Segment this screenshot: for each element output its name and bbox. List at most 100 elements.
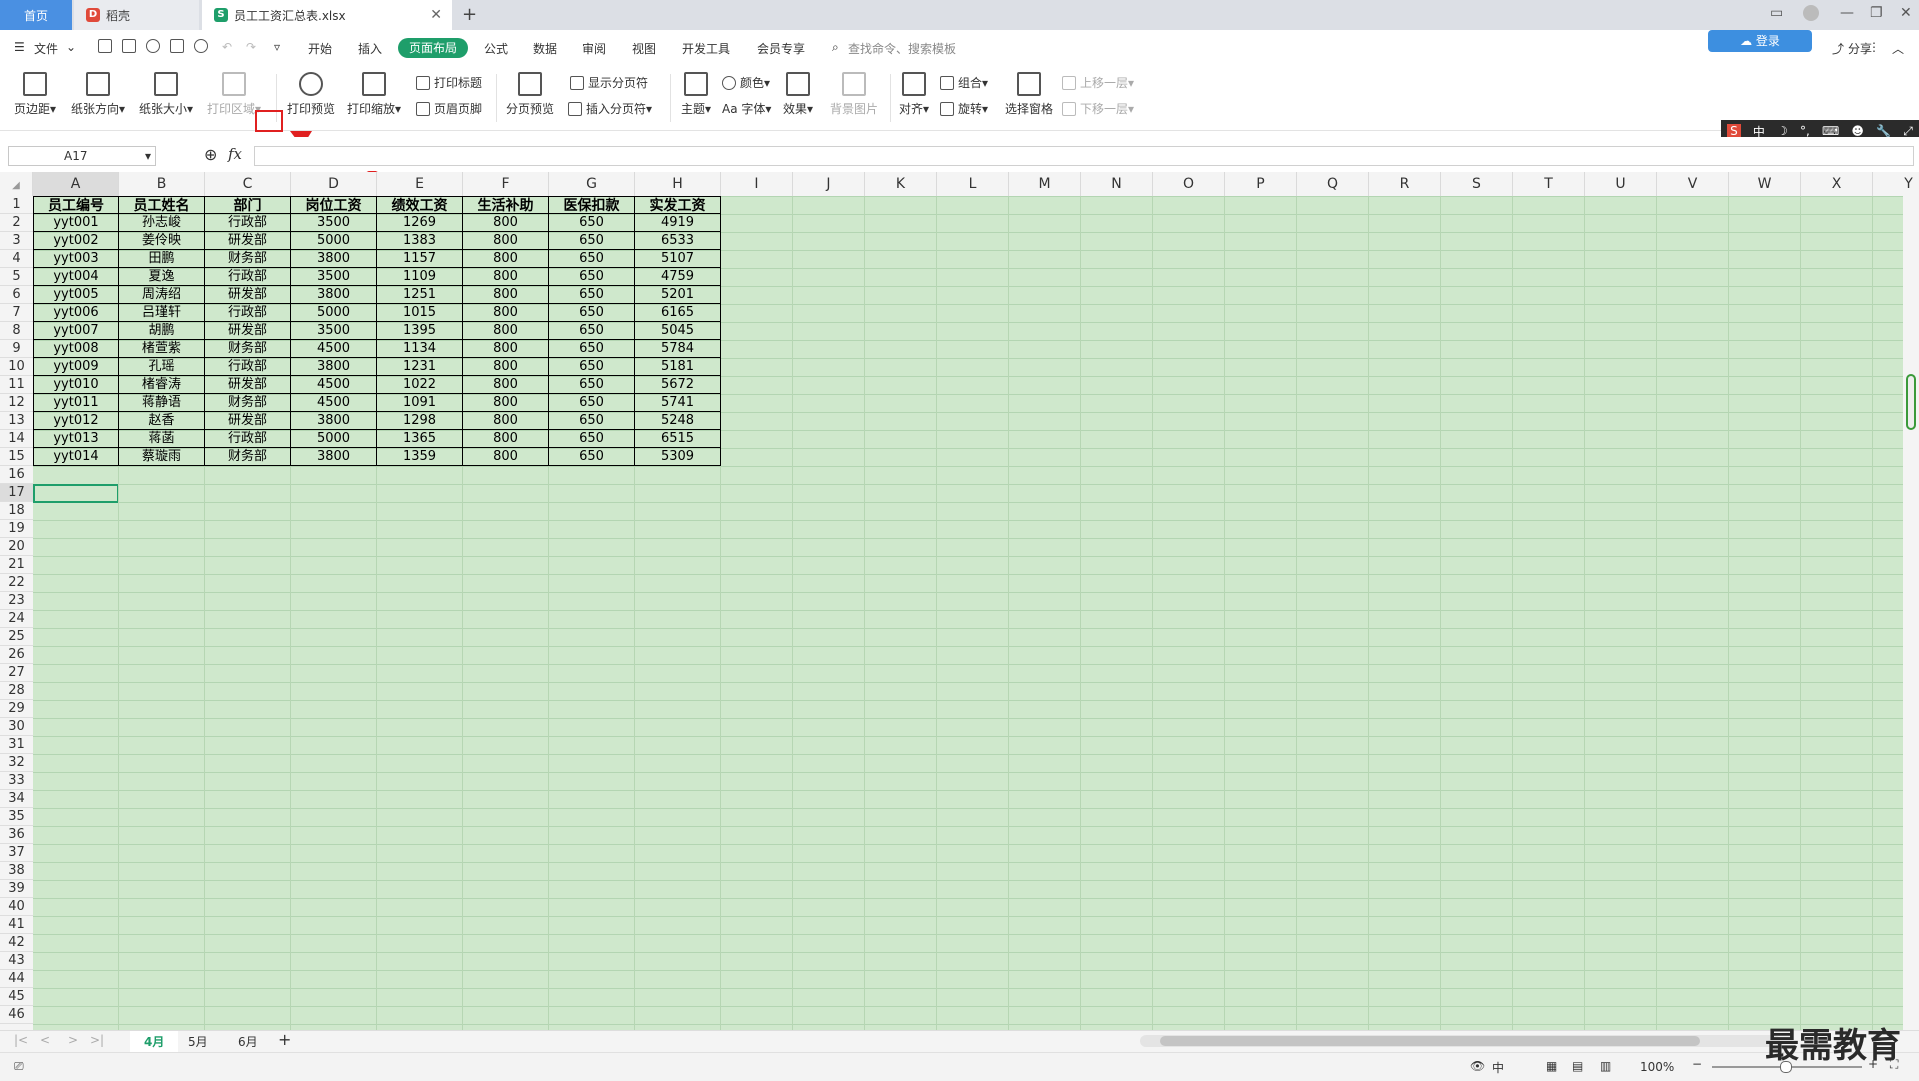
user-icon[interactable]: ☻ (1851, 124, 1864, 138)
format-painter-icon[interactable] (146, 39, 160, 53)
table-cell[interactable]: 1109 (377, 268, 463, 286)
row-header-22[interactable]: 22 (0, 574, 33, 592)
menu-view[interactable]: 视图 (632, 40, 656, 57)
table-cell[interactable]: 800 (463, 430, 549, 448)
tab-file[interactable]: S 员工工资汇总表.xlsx ✕ (202, 0, 452, 30)
cloud-login-badge[interactable]: ☁ 登录 (1708, 30, 1812, 52)
table-cell[interactable]: 3800 (291, 358, 377, 376)
punctuation-icon[interactable]: °, (1800, 124, 1810, 138)
row-header-15[interactable]: 15 (0, 448, 33, 466)
table-cell[interactable]: yyt007 (33, 322, 119, 340)
table-header-cell[interactable]: 员工编号 (33, 196, 119, 214)
print-preview-button[interactable]: 打印预览 (284, 72, 338, 117)
hamburger-icon[interactable]: ☰ (14, 40, 25, 54)
table-cell[interactable]: 3800 (291, 250, 377, 268)
table-cell[interactable]: 行政部 (205, 268, 291, 286)
menu-data[interactable]: 数据 (533, 40, 557, 57)
column-header-x[interactable]: X (1801, 172, 1873, 196)
table-cell[interactable]: 财务部 (205, 394, 291, 412)
row-header-5[interactable]: 5 (0, 268, 33, 286)
row-header-28[interactable]: 28 (0, 682, 33, 700)
table-cell[interactable]: 650 (549, 232, 635, 250)
column-header-p[interactable]: P (1225, 172, 1297, 196)
table-cell[interactable]: yyt011 (33, 394, 119, 412)
normal-view-icon[interactable]: ▦ (1546, 1059, 1557, 1073)
keyboard-icon[interactable]: ⌨ (1822, 124, 1839, 138)
table-cell[interactable]: 5248 (635, 412, 721, 430)
table-cell[interactable]: 楮萱紫 (119, 340, 205, 358)
table-cell[interactable]: 5309 (635, 448, 721, 466)
row-header-18[interactable]: 18 (0, 502, 33, 520)
column-header-k[interactable]: K (865, 172, 937, 196)
table-cell[interactable]: 5784 (635, 340, 721, 358)
background-image-button[interactable]: 背景图片 (826, 72, 882, 117)
table-cell[interactable]: 研发部 (205, 322, 291, 340)
vertical-scrollbar[interactable] (1903, 196, 1919, 1030)
row-header-46[interactable]: 46 (0, 1006, 33, 1024)
language-icon[interactable]: 中 (1492, 1059, 1504, 1076)
table-header-cell[interactable]: 实发工资 (635, 196, 721, 214)
horizontal-scrollbar[interactable] (1140, 1035, 1780, 1047)
table-cell[interactable]: 650 (549, 394, 635, 412)
table-cell[interactable]: 姜伶映 (119, 232, 205, 250)
row-header-38[interactable]: 38 (0, 862, 33, 880)
table-cell[interactable]: 800 (463, 286, 549, 304)
last-sheet-icon[interactable]: >| (90, 1033, 104, 1047)
name-box[interactable]: A17 ▾ (8, 146, 156, 166)
column-header-u[interactable]: U (1585, 172, 1657, 196)
row-header-14[interactable]: 14 (0, 430, 33, 448)
table-cell[interactable]: 1134 (377, 340, 463, 358)
table-cell[interactable]: 5181 (635, 358, 721, 376)
table-cell[interactable]: 800 (463, 448, 549, 466)
margins-button[interactable]: 页边距▾ (10, 72, 60, 117)
row-header-21[interactable]: 21 (0, 556, 33, 574)
table-cell[interactable]: yyt014 (33, 448, 119, 466)
column-header-d[interactable]: D (291, 172, 377, 196)
table-header-cell[interactable]: 部门 (205, 196, 291, 214)
column-header-i[interactable]: I (721, 172, 793, 196)
table-cell[interactable]: 1231 (377, 358, 463, 376)
zoom-out-icon[interactable]: − (1692, 1057, 1702, 1071)
table-cell[interactable]: 3800 (291, 448, 377, 466)
page-break-view-icon[interactable]: ▥ (1600, 1059, 1611, 1073)
menu-member[interactable]: 会员专享 (757, 40, 805, 57)
table-cell[interactable]: 650 (549, 214, 635, 232)
horizontal-scroll-thumb[interactable] (1160, 1036, 1700, 1046)
table-cell[interactable]: yyt001 (33, 214, 119, 232)
table-cell[interactable]: 研发部 (205, 286, 291, 304)
row-header-12[interactable]: 12 (0, 394, 33, 412)
effects-button[interactable]: 效果▾ (778, 72, 818, 117)
table-cell[interactable]: 研发部 (205, 376, 291, 394)
table-cell[interactable]: 800 (463, 412, 549, 430)
save-icon[interactable] (122, 39, 136, 53)
theme-button[interactable]: 主题▾ (676, 72, 716, 117)
table-cell[interactable]: 800 (463, 376, 549, 394)
layout-icon[interactable]: ▭ (1770, 5, 1783, 21)
file-menu[interactable]: 文件 (34, 40, 58, 57)
menu-page-layout[interactable]: 页面布局 (398, 38, 468, 58)
table-cell[interactable]: 4500 (291, 394, 377, 412)
row-header-19[interactable]: 19 (0, 520, 33, 538)
menu-home[interactable]: 开始 (308, 40, 332, 57)
table-cell[interactable]: 1365 (377, 430, 463, 448)
zoom-level[interactable]: 100% (1640, 1060, 1674, 1074)
rotate-button[interactable]: 旋转 ▾ (940, 100, 988, 117)
row-header-39[interactable]: 39 (0, 880, 33, 898)
insert-page-break-button[interactable]: 插入分页符 ▾ (568, 100, 652, 117)
print-titles-button[interactable]: 打印标题 (416, 74, 482, 91)
table-cell[interactable]: yyt003 (33, 250, 119, 268)
table-cell[interactable]: 行政部 (205, 304, 291, 322)
table-cell[interactable]: yyt012 (33, 412, 119, 430)
sogou-icon[interactable]: S (1727, 124, 1741, 138)
table-cell[interactable]: 800 (463, 340, 549, 358)
close-tab-icon[interactable]: ✕ (430, 7, 442, 23)
selection-pane-button[interactable]: 选择窗格 (1002, 72, 1056, 117)
column-header-h[interactable]: H (635, 172, 721, 196)
table-cell[interactable]: 3500 (291, 322, 377, 340)
row-header-44[interactable]: 44 (0, 970, 33, 988)
menu-formula[interactable]: 公式 (484, 40, 508, 57)
table-cell[interactable]: 650 (549, 250, 635, 268)
add-sheet-button[interactable]: + (278, 1030, 291, 1049)
table-cell[interactable]: 蔡璇雨 (119, 448, 205, 466)
table-cell[interactable]: 周涛绍 (119, 286, 205, 304)
